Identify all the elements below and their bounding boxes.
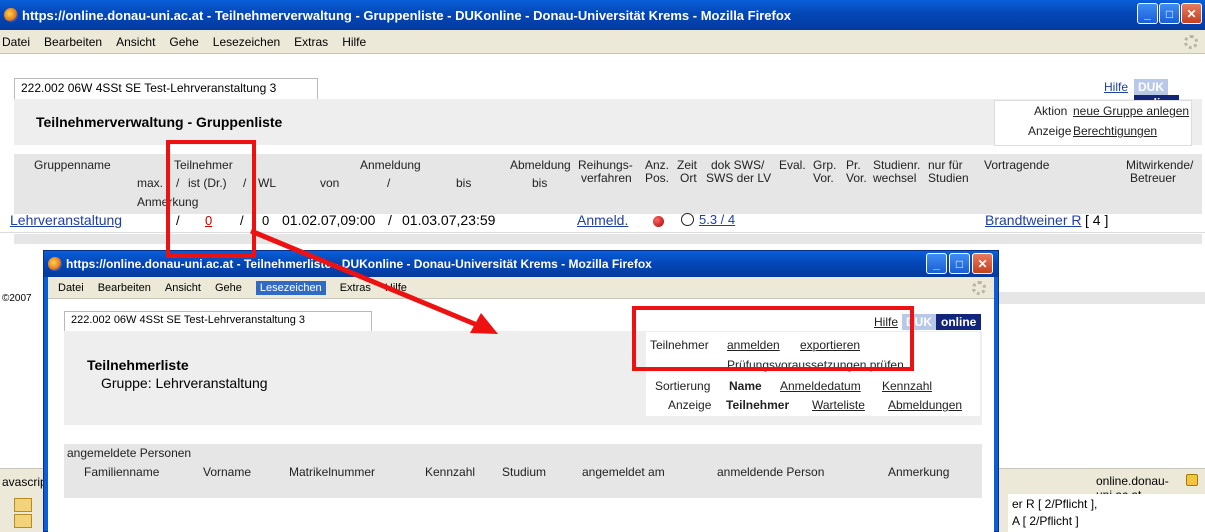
annotation-arrow [250, 228, 498, 334]
